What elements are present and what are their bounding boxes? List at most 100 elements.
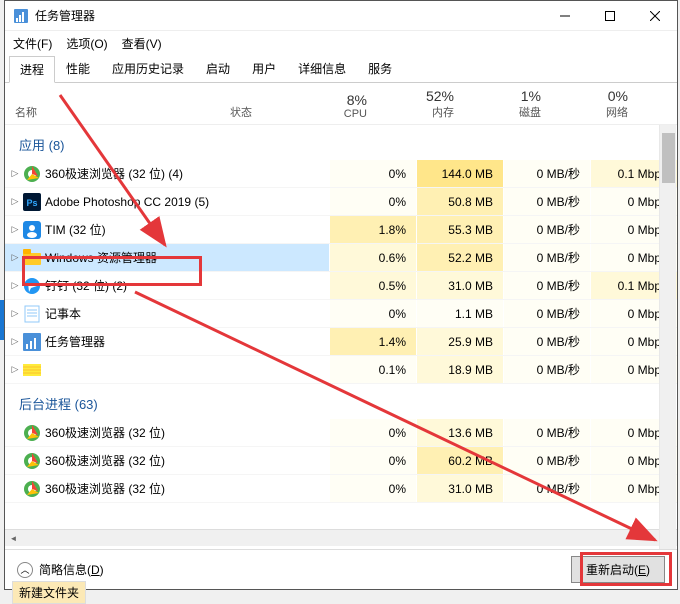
close-button[interactable]: [632, 1, 677, 31]
cpu-cell: 1.4%: [329, 328, 416, 355]
horizontal-scrollbar[interactable]: ◄ ►: [5, 529, 677, 546]
memory-cell: 52.2 MB: [416, 244, 503, 271]
header-memory[interactable]: 52%内存: [377, 88, 464, 120]
svg-text:Ps: Ps: [26, 198, 37, 208]
app-icon: [23, 277, 41, 295]
process-name: Adobe Photoshop CC 2019 (5): [45, 195, 329, 209]
fewer-details-label: 简略信息(D): [39, 561, 104, 578]
group-apps: 应用 (8): [5, 125, 677, 160]
expand-icon[interactable]: ▷: [5, 308, 19, 319]
process-name: 记事本: [45, 305, 329, 322]
tab-app-history[interactable]: 应用历史记录: [101, 55, 195, 82]
app-icon: [23, 221, 41, 239]
menu-file[interactable]: 文件(F): [13, 35, 52, 52]
memory-cell: 31.0 MB: [416, 272, 503, 299]
tab-performance[interactable]: 性能: [55, 55, 101, 82]
process-name: 360极速浏览器 (32 位): [45, 452, 329, 469]
disk-cell: 0 MB/秒: [503, 300, 590, 327]
process-row[interactable]: 360极速浏览器 (32 位)0%13.6 MB0 MB/秒0 Mbps: [5, 419, 677, 447]
disk-cell: 0 MB/秒: [503, 328, 590, 355]
memory-cell: 1.1 MB: [416, 300, 503, 327]
tab-startup[interactable]: 启动: [195, 55, 241, 82]
cpu-cell: 0%: [329, 188, 416, 215]
footer: ︿ 简略信息(D) 重新启动(E): [5, 549, 677, 589]
menu-options[interactable]: 选项(O): [66, 35, 107, 52]
cpu-cell: 0%: [329, 300, 416, 327]
expand-icon[interactable]: ▷: [5, 364, 19, 375]
app-icon: [23, 249, 41, 267]
process-row[interactable]: ▷Windows 资源管理器0.6%52.2 MB0 MB/秒0 Mbps: [5, 244, 677, 272]
process-name: 360极速浏览器 (32 位): [45, 480, 329, 497]
process-row[interactable]: 360极速浏览器 (32 位)0%31.0 MB0 MB/秒0 Mbps: [5, 475, 677, 503]
window-title: 任务管理器: [35, 7, 542, 24]
tab-details[interactable]: 详细信息: [287, 55, 357, 82]
process-row[interactable]: ▷TIM (32 位)1.8%55.3 MB0 MB/秒0 Mbps: [5, 216, 677, 244]
vertical-scrollbar-thumb[interactable]: [662, 133, 675, 183]
expand-icon[interactable]: ▷: [5, 168, 19, 179]
maximize-button[interactable]: [587, 1, 632, 31]
disk-cell: 0 MB/秒: [503, 356, 590, 383]
process-content: 名称 状态 8%CPU 52%内存 1%磁盘 0%网络 应用 (8) ▷ 360极速…: [5, 83, 677, 549]
memory-cell: 13.6 MB: [416, 419, 503, 446]
expand-icon[interactable]: ▷: [5, 196, 19, 207]
menu-view[interactable]: 查看(V): [122, 35, 162, 52]
memory-cell: 55.3 MB: [416, 216, 503, 243]
disk-cell: 0 MB/秒: [503, 475, 590, 502]
process-row[interactable]: ▷记事本0%1.1 MB0 MB/秒0 Mbps: [5, 300, 677, 328]
header-network[interactable]: 0%网络: [551, 88, 638, 120]
expand-icon[interactable]: ▷: [5, 280, 19, 291]
header-name[interactable]: 名称: [5, 104, 230, 120]
header-status[interactable]: 状态: [230, 104, 290, 120]
cpu-cell: 0%: [329, 160, 416, 187]
fewer-details-button[interactable]: ︿ 简略信息(D): [17, 561, 104, 578]
cpu-cell: 0%: [329, 475, 416, 502]
app-icon: [23, 165, 41, 183]
restart-button[interactable]: 重新启动(E): [571, 556, 665, 583]
memory-cell: 31.0 MB: [416, 475, 503, 502]
expand-icon[interactable]: ▷: [5, 252, 19, 263]
tab-users[interactable]: 用户: [241, 55, 287, 82]
column-headers[interactable]: 名称 状态 8%CPU 52%内存 1%磁盘 0%网络: [5, 83, 677, 125]
cpu-cell: 0.5%: [329, 272, 416, 299]
process-name: 360极速浏览器 (32 位): [45, 424, 329, 441]
process-row[interactable]: ▷360极速浏览器 (32 位) (4)0%144.0 MB0 MB/秒0.1 …: [5, 160, 677, 188]
process-row[interactable]: 360极速浏览器 (32 位)0%60.2 MB0 MB/秒0 Mbps: [5, 447, 677, 475]
memory-cell: 50.8 MB: [416, 188, 503, 215]
disk-cell: 0 MB/秒: [503, 244, 590, 271]
app-icon: [23, 305, 41, 323]
disk-cell: 0 MB/秒: [503, 419, 590, 446]
memory-cell: 144.0 MB: [416, 160, 503, 187]
minimize-button[interactable]: [542, 1, 587, 31]
disk-cell: 0 MB/秒: [503, 447, 590, 474]
process-row[interactable]: ▷任务管理器1.4%25.9 MB0 MB/秒0 Mbps: [5, 328, 677, 356]
expand-icon[interactable]: ▷: [5, 224, 19, 235]
tab-processes[interactable]: 进程: [9, 56, 55, 83]
group-background: 后台进程 (63): [5, 384, 677, 419]
menubar: 文件(F) 选项(O) 查看(V): [5, 31, 677, 55]
scroll-left-button[interactable]: ◄: [5, 530, 22, 547]
app-icon: [23, 424, 41, 442]
titlebar[interactable]: 任务管理器: [5, 1, 677, 31]
process-row[interactable]: ▷0.1%18.9 MB0 MB/秒0 Mbps: [5, 356, 677, 384]
vertical-scrollbar[interactable]: [659, 125, 676, 549]
cpu-cell: 0.6%: [329, 244, 416, 271]
tabs: 进程 性能 应用历史记录 启动 用户 详细信息 服务: [5, 55, 677, 83]
taskbar-folder-item[interactable]: 新建文件夹: [12, 581, 86, 604]
process-name: 钉钉 (32 位) (2): [45, 277, 329, 294]
header-cpu[interactable]: 8%CPU: [290, 92, 377, 120]
app-icon: [23, 452, 41, 470]
cpu-cell: 1.8%: [329, 216, 416, 243]
process-row[interactable]: ▷PsAdobe Photoshop CC 2019 (5)0%50.8 MB0…: [5, 188, 677, 216]
expand-icon[interactable]: ▷: [5, 336, 19, 347]
chevron-up-circle-icon: ︿: [17, 562, 33, 578]
app-icon: Ps: [23, 193, 41, 211]
disk-cell: 0 MB/秒: [503, 160, 590, 187]
process-name: 360极速浏览器 (32 位) (4): [45, 165, 329, 182]
tab-services[interactable]: 服务: [357, 55, 403, 82]
header-disk[interactable]: 1%磁盘: [464, 88, 551, 120]
process-list[interactable]: 应用 (8)▷360极速浏览器 (32 位) (4)0%144.0 MB0 MB…: [5, 125, 677, 529]
cpu-cell: 0%: [329, 447, 416, 474]
app-icon: [23, 361, 41, 379]
process-row[interactable]: ▷钉钉 (32 位) (2)0.5%31.0 MB0 MB/秒0.1 Mbps: [5, 272, 677, 300]
process-name: TIM (32 位): [45, 221, 329, 238]
